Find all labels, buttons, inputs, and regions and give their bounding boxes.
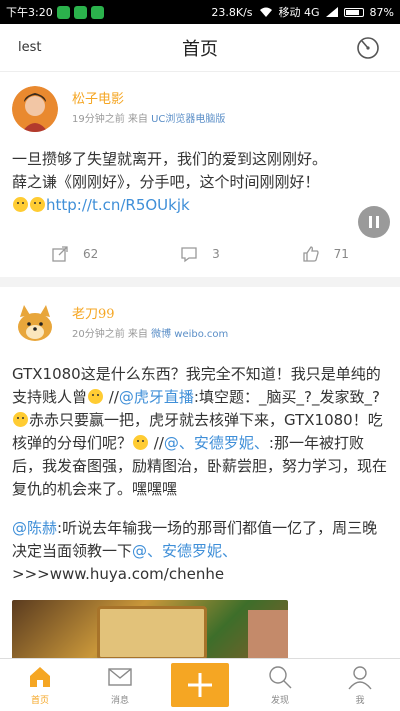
post-text-segment: // (104, 388, 119, 406)
tab-label: 我 (355, 696, 365, 706)
wechat-icon (56, 5, 70, 19)
post-text-segment: >>>www.huya.com/chenhe (12, 565, 225, 583)
post-time: 19分钟之前 来自 (72, 114, 148, 125)
avatar[interactable] (12, 301, 58, 347)
network-speed: 23.8K/s (211, 5, 253, 19)
tab-label: 消息 (110, 696, 129, 706)
repost-count: 62 (83, 247, 99, 261)
mention-link[interactable]: @陈赫 (12, 519, 57, 537)
crying-emoji-icon (30, 197, 45, 212)
wechat-icon (90, 5, 104, 19)
post-text-line: 一旦攒够了失望就离开，我们的爱到这刚刚好。 (12, 150, 328, 168)
account-name[interactable]: lest (18, 40, 41, 55)
tab-messages[interactable]: 消息 (80, 659, 160, 711)
post-source[interactable]: 微博 weibo.com (151, 329, 228, 340)
post-time: 20分钟之前 来自 (72, 329, 148, 340)
post-text: 一旦攒够了失望就离开，我们的爱到这刚刚好。 薛之谦《刚刚好》，分手吧，这个时间刚… (12, 148, 388, 217)
tab-home[interactable]: 首页 (0, 659, 80, 711)
wifi-icon (259, 7, 272, 17)
battery-icon (343, 7, 364, 17)
video-thumbnail[interactable] (12, 600, 288, 658)
tab-label: 首页 (30, 696, 49, 706)
signal-icon (325, 7, 338, 17)
like-button[interactable]: 71 (263, 245, 388, 263)
page-title: 首页 (182, 38, 218, 60)
feed-post[interactable]: 老刀99 20分钟之前 来自 微博 weibo.com GTX1080这是什么东… (0, 287, 400, 658)
search-icon (269, 666, 292, 689)
crying-emoji-icon (13, 197, 28, 212)
post-meta: 19分钟之前 来自 UC浏览器电脑版 (72, 110, 225, 125)
mention-link[interactable]: @、安德罗妮、 (164, 434, 269, 452)
mention-link[interactable]: @、安德罗妮、 (132, 542, 237, 560)
tab-me[interactable]: 我 (320, 659, 400, 711)
streamer-image (248, 610, 288, 658)
comment-count: 3 (212, 247, 220, 261)
top-nav: lest 首页 (0, 24, 400, 72)
comment-icon (181, 247, 197, 263)
mention-link[interactable]: @虎牙直播 (119, 388, 194, 406)
repost-button[interactable]: 62 (12, 245, 137, 263)
status-bar: 下午3:20 23.8K/s 移动 4G 87% (0, 0, 400, 24)
tab-label: 发现 (270, 696, 289, 706)
post-text: @陈赫:听说去年输我一场的那哥们都值一亿了，周三晚决定当面领教一下@、安德罗妮、… (12, 517, 388, 586)
divider (0, 277, 400, 287)
comment-button[interactable]: 3 (137, 245, 262, 263)
emoji-icon (88, 389, 104, 404)
like-count: 71 (333, 247, 349, 261)
post-actions: 62 3 71 (12, 231, 388, 277)
wechat-icon (73, 5, 87, 19)
post-meta: 20分钟之前 来自 微博 weibo.com (72, 325, 228, 340)
tab-discover[interactable]: 发现 (240, 659, 320, 711)
post-text-segment: // (149, 434, 164, 452)
pause-button[interactable] (358, 206, 390, 238)
author-name[interactable]: 松子电影 (72, 88, 225, 107)
feed[interactable]: 松子电影 19分钟之前 来自 UC浏览器电脑版 一旦攒够了失望就离开，我们的爱到… (0, 72, 400, 658)
emoji-icon (133, 435, 149, 450)
home-icon (30, 667, 50, 687)
battery-percent: 87% (369, 5, 394, 19)
share-icon (52, 246, 68, 262)
tab-bar: 首页 消息 发现 我 (0, 658, 400, 711)
mail-icon (108, 668, 132, 686)
carrier-label: 移动 4G (278, 6, 320, 19)
post-text-line: 薛之谦《刚刚好》，分手吧，这个时间刚刚好！ (12, 173, 320, 191)
compose-button[interactable] (160, 659, 240, 711)
pause-icon (369, 216, 372, 228)
radar-icon[interactable] (356, 36, 380, 60)
author-name[interactable]: 老刀99 (72, 303, 228, 322)
thumbs-up-icon (303, 246, 319, 262)
avatar[interactable] (12, 86, 58, 132)
plus-icon (188, 673, 212, 697)
post-text: GTX1080这是什么东西？我完全不知道！我只是单纯的支持贱人曾 //@虎牙直播… (12, 363, 388, 501)
post-text-segment: :填空题：_脑买_?_发家致_? (193, 388, 380, 406)
feed-post[interactable]: 松子电影 19分钟之前 来自 UC浏览器电脑版 一旦攒够了失望就离开，我们的爱到… (0, 72, 400, 287)
post-source[interactable]: UC浏览器电脑版 (151, 114, 225, 125)
post-link[interactable]: http://t.cn/R5OUkjk (46, 196, 190, 214)
user-icon (348, 666, 372, 690)
game-card-image (97, 606, 207, 658)
pause-icon (376, 216, 379, 228)
status-time: 下午3:20 (6, 6, 53, 19)
emoji-icon (13, 412, 28, 427)
